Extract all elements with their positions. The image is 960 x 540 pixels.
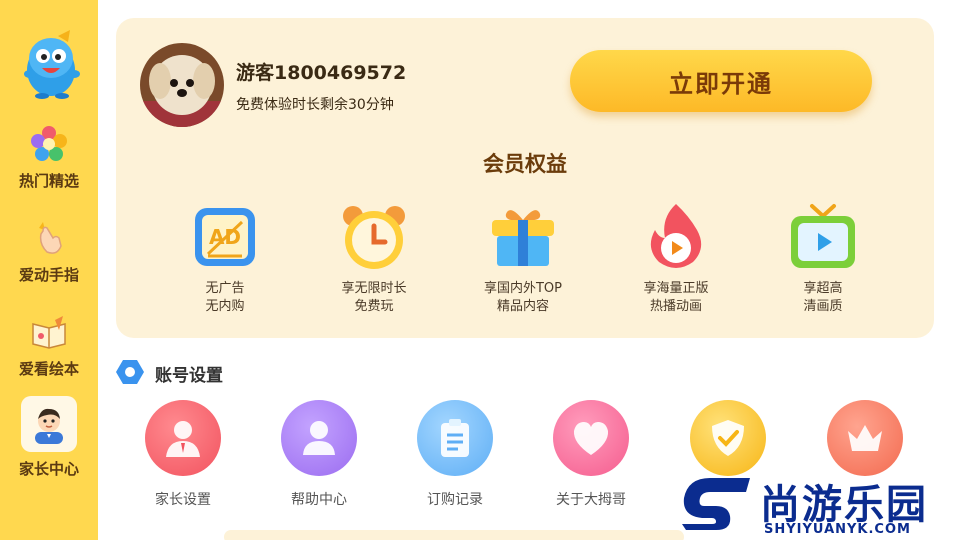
help-center-button[interactable]: 帮助中心: [264, 400, 374, 509]
account-settings-title: 账号设置: [155, 366, 223, 386]
sidebar-item-book[interactable]: 爱看绘本: [6, 312, 92, 379]
finger-icon: [39, 222, 62, 254]
help-person-icon: [303, 421, 335, 455]
benefit-line2: 热播动画: [649, 299, 702, 314]
sidebar-item-label: 热门精选: [18, 172, 79, 190]
sidebar-item-label: 家长中心: [18, 460, 79, 478]
clipboard-icon: [441, 419, 469, 457]
sidebar-item-parent[interactable]: 家长中心: [6, 396, 92, 479]
order-history-button[interactable]: 订购记录: [400, 400, 510, 509]
hexagon-icon: [116, 360, 144, 384]
setting-label: 帮助中心: [291, 492, 347, 508]
setting-circle: [417, 400, 493, 476]
parent-settings-icon: [166, 421, 200, 457]
setting-circle: [690, 400, 766, 476]
crown-icon: [848, 425, 882, 451]
flower-icon: [31, 126, 67, 161]
book-icon: [32, 316, 66, 349]
heart-icon: [573, 422, 609, 455]
parent-avatar-icon: [35, 408, 63, 444]
sidebar-item-label: 爱动手指: [18, 266, 79, 284]
benefit-item: 享超高 清画质: [748, 202, 898, 316]
setting-label: 家长设置: [155, 492, 211, 508]
benefit-line1: 享国内外TOP: [483, 281, 562, 296]
active-item-background: [21, 396, 77, 452]
benefit-line2: 清画质: [803, 299, 843, 314]
alarm-clock-icon: [343, 206, 405, 269]
setting-label: 订购记录: [427, 492, 483, 508]
tv-play-icon: [791, 204, 855, 268]
username: 游客1800469572: [236, 62, 407, 84]
user-avatar[interactable]: [140, 43, 224, 127]
benefits-title: 会员权益: [483, 152, 567, 176]
bottom-panel-edge: [224, 530, 684, 540]
mascot-logo-icon[interactable]: [18, 28, 84, 100]
gift-box-icon: [492, 210, 554, 266]
dog-avatar-icon: [140, 43, 224, 127]
benefit-line1: 享海量正版: [643, 281, 709, 296]
shield-check-icon: [712, 420, 744, 456]
about-button[interactable]: 关于大拇哥: [536, 400, 646, 509]
setting-label: 关于大拇哥: [556, 492, 626, 508]
sidebar-item-finger[interactable]: 爱动手指: [6, 218, 92, 285]
watermark-url: SHYIYUANYK.COM: [764, 522, 911, 537]
open-membership-button[interactable]: 立即开通: [570, 50, 872, 112]
trial-remaining-text: 免费体验时长剩余30分钟: [236, 97, 394, 113]
setting-circle: [827, 400, 903, 476]
benefit-line2: 无内购: [205, 299, 245, 314]
benefit-line2: 免费玩: [354, 299, 394, 314]
sidebar: 热门精选 爱动手指 爱看绘本 家长中心: [0, 0, 98, 540]
sidebar-item-label: 爱看绘本: [18, 360, 79, 378]
benefit-line2: 精品内容: [496, 299, 549, 314]
benefit-line1: 无广告: [205, 281, 245, 296]
no-ads-icon: AD: [195, 208, 255, 266]
setting-circle: [281, 400, 357, 476]
benefit-item: 享海量正版 热播动画: [601, 202, 751, 316]
setting-circle: [145, 400, 221, 476]
setting-circle: [553, 400, 629, 476]
benefit-line1: 享无限时长: [341, 281, 407, 296]
benefit-item: 享国内外TOP 精品内容: [448, 202, 598, 316]
benefit-item: AD 无广告 无内购: [150, 202, 300, 316]
sidebar-item-hot[interactable]: 热门精选: [6, 124, 92, 191]
flame-play-icon: [650, 204, 702, 268]
parent-settings-button[interactable]: 家长设置: [128, 400, 238, 509]
benefit-line1: 享超高: [803, 281, 843, 296]
sidebar-wave-edge: [86, 0, 96, 540]
member-card: 游客1800469572 免费体验时长剩余30分钟 立即开通 会员权益 AD 无…: [116, 18, 934, 338]
benefit-item: 享无限时长 免费玩: [299, 202, 449, 316]
